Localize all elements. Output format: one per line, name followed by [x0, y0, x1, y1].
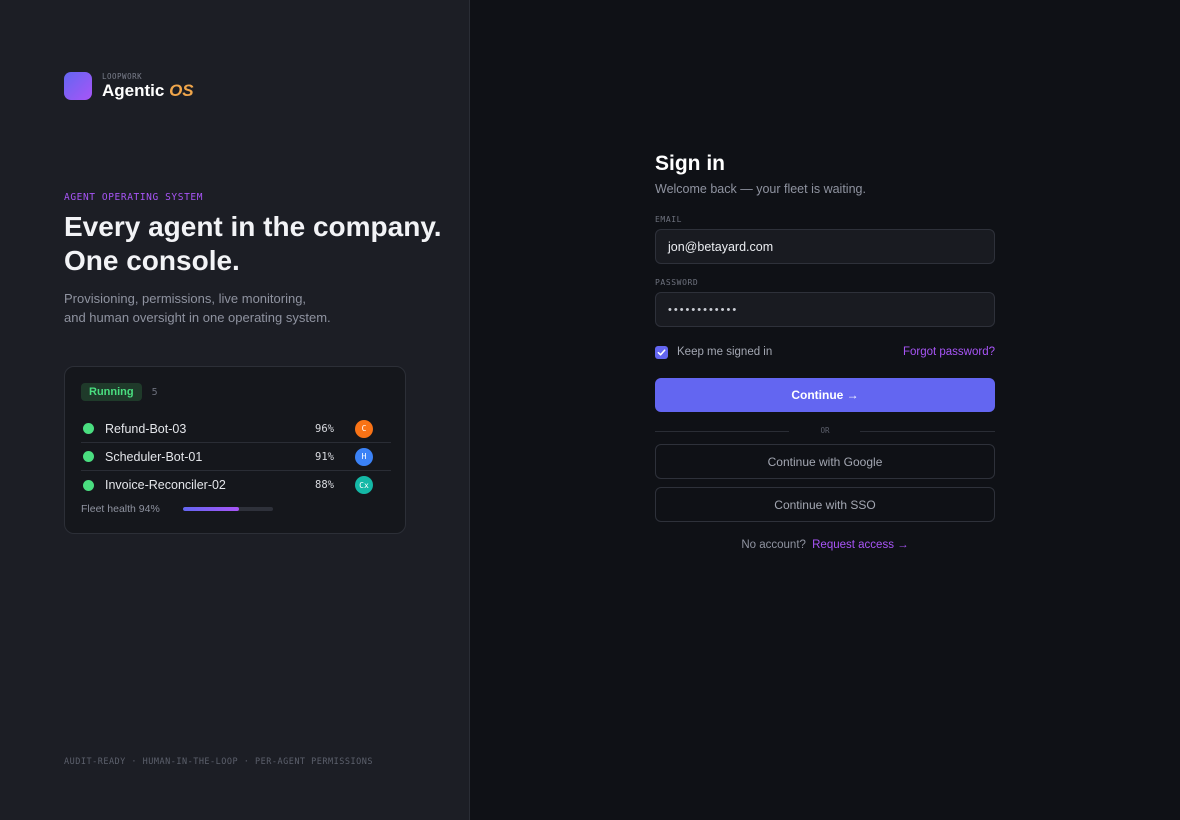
- email-field[interactable]: jon@betayard.com: [655, 229, 995, 264]
- sso-button[interactable]: Continue with SSO: [655, 487, 995, 522]
- agent-row: Refund-Bot-03 96% C: [81, 415, 391, 443]
- avatar: Cx: [355, 476, 373, 494]
- agent-score: 96%: [315, 422, 334, 435]
- agent-list: Refund-Bot-03 96% C Scheduler-Bot-01 91%…: [81, 415, 391, 499]
- or-divider: OR: [655, 426, 995, 436]
- fleet-health-label: Fleet health 94%: [81, 503, 160, 515]
- agent-score: 91%: [315, 450, 334, 463]
- logo-icon: [64, 72, 92, 100]
- password-field[interactable]: ••••••••••••: [655, 292, 995, 327]
- fleet-health: Fleet health 94%: [81, 503, 273, 515]
- subtext: Provisioning, permissions, live monitori…: [64, 291, 331, 325]
- brand-company: LOOPWORK: [102, 72, 143, 81]
- agent-score: 88%: [315, 479, 334, 491]
- forgot-password-link[interactable]: Forgot password?: [903, 346, 995, 358]
- brand-name: Agentic OS: [102, 81, 194, 100]
- status-dot-icon: [83, 479, 94, 491]
- no-account: No account? Request access →: [741, 539, 909, 551]
- agent-name: Invoice-Reconciler-02: [105, 478, 226, 492]
- check-icon: [657, 348, 666, 356]
- agent-name: Scheduler-Bot-01: [105, 449, 203, 464]
- agent-count: 5: [151, 386, 158, 398]
- fleet-health-fill: [183, 507, 239, 511]
- email-label: EMAIL: [655, 215, 683, 224]
- page-title: Sign in: [655, 152, 725, 175]
- welcome-text: Welcome back — your fleet is waiting.: [655, 182, 866, 196]
- agent-row: Invoice-Reconciler-02 88% Cx: [81, 471, 391, 499]
- keep-signed-in-label: Keep me signed in: [677, 346, 773, 358]
- continue-button[interactable]: Continue →: [655, 378, 995, 412]
- agent-row: Scheduler-Bot-01 91% H: [81, 443, 391, 471]
- status-dot-icon: [83, 451, 94, 462]
- avatar: H: [355, 447, 373, 466]
- avatar: C: [355, 419, 373, 438]
- headline: Every agent in the company. One console.: [64, 211, 442, 276]
- footer-tags: AUDIT-READY · HUMAN-IN-THE-LOOP · PER-AG…: [64, 757, 373, 767]
- checkbox[interactable]: [655, 345, 668, 359]
- keep-signed-in[interactable]: Keep me signed in: [655, 345, 773, 359]
- brand: LOOPWORK Agentic OS: [64, 72, 194, 100]
- status-dot-icon: [83, 423, 94, 434]
- eyebrow: AGENT OPERATING SYSTEM: [64, 192, 204, 203]
- signin-form: Sign in Welcome back — your fleet is wai…: [655, 150, 995, 551]
- brand-os: OS: [169, 81, 194, 100]
- status-badge: Running: [81, 383, 142, 401]
- fleet-card: Running 5 Refund-Bot-03 96% C Scheduler-…: [64, 366, 406, 534]
- google-button[interactable]: Continue with Google: [655, 444, 995, 479]
- agent-name: Refund-Bot-03: [105, 421, 187, 436]
- password-label: PASSWORD: [655, 278, 699, 287]
- marketing-panel: LOOPWORK Agentic OS AGENT OPERATING SYST…: [0, 0, 470, 820]
- fleet-health-bar: [183, 507, 273, 511]
- request-access-link[interactable]: Request access →: [812, 539, 909, 551]
